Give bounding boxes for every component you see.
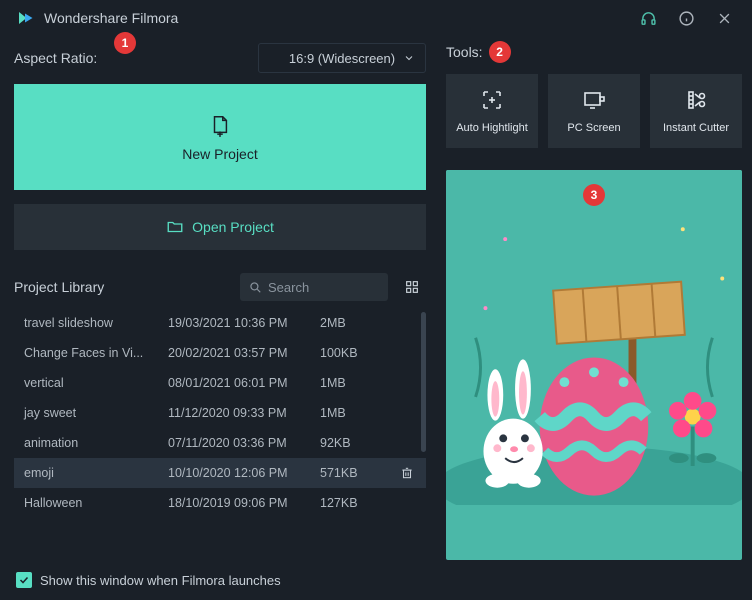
tools-label: Tools: <box>446 44 483 60</box>
aspect-ratio-select[interactable]: 16:9 (Widescreen) <box>258 43 426 73</box>
project-size: 1MB <box>320 406 420 420</box>
project-date: 10/10/2020 12:06 PM <box>168 466 320 480</box>
table-row[interactable]: vertical08/01/2021 06:01 PM1MB <box>14 368 426 398</box>
open-project-button[interactable]: Open Project <box>14 204 426 250</box>
delete-button[interactable] <box>394 466 420 480</box>
tools-header: Tools: 2 <box>446 42 742 62</box>
table-row[interactable]: emoji10/10/2020 12:06 PM571KB <box>14 458 426 488</box>
table-row[interactable]: Change Faces in Vi...20/02/2021 03:57 PM… <box>14 338 426 368</box>
annotation-marker-2: 2 <box>489 41 511 63</box>
library-list: travel slideshow19/03/2021 10:36 PM2MBCh… <box>14 308 426 530</box>
auto-highlight-icon <box>480 88 504 112</box>
project-name: jay sweet <box>20 406 168 420</box>
library-header: Project Library Search <box>14 272 426 302</box>
footer: Show this window when Filmora launches <box>0 560 752 600</box>
project-date: 18/10/2019 09:06 PM <box>168 496 320 510</box>
project-date: 19/03/2021 10:36 PM <box>168 316 320 330</box>
project-name: Halloween <box>20 496 168 510</box>
annotation-marker-3: 3 <box>583 184 605 206</box>
project-date: 11/12/2020 09:33 PM <box>168 406 320 420</box>
tool-label: Instant Cutter <box>663 122 729 134</box>
table-row[interactable]: jay sweet11/12/2020 09:33 PM1MB <box>14 398 426 428</box>
new-project-label: New Project <box>182 146 257 162</box>
search-icon <box>248 280 262 294</box>
grid-view-button[interactable] <box>398 273 426 301</box>
tool-pc-screen[interactable]: PC Screen <box>548 74 640 148</box>
new-project-button[interactable]: New Project <box>14 84 426 190</box>
tool-auto-highlight[interactable]: Auto Hightlight <box>446 74 538 148</box>
project-size: 92KB <box>320 436 420 450</box>
project-name: Change Faces in Vi... <box>20 346 168 360</box>
table-row[interactable]: travel slideshow19/03/2021 10:36 PM2MB <box>14 308 426 338</box>
tool-label: Auto Hightlight <box>456 122 528 134</box>
headphones-icon[interactable] <box>636 6 660 30</box>
open-project-label: Open Project <box>192 219 274 235</box>
app-title: Wondershare Filmora <box>44 10 178 26</box>
tool-label: PC Screen <box>567 122 620 134</box>
chevron-down-icon <box>403 52 415 64</box>
project-date: 08/01/2021 06:01 PM <box>168 376 320 390</box>
search-input[interactable]: Search <box>240 273 388 301</box>
preview-illustration <box>446 170 742 505</box>
show-on-launch-label: Show this window when Filmora launches <box>40 573 281 588</box>
info-icon[interactable] <box>674 6 698 30</box>
project-preview: 3 <box>446 170 742 560</box>
table-row[interactable]: Halloween18/10/2019 09:06 PM127KB <box>14 488 426 518</box>
close-icon[interactable] <box>712 6 736 30</box>
new-project-icon <box>209 112 231 138</box>
aspect-ratio-row: Aspect Ratio: 1 16:9 (Widescreen) <box>14 38 426 78</box>
aspect-ratio-label: Aspect Ratio: <box>14 50 97 66</box>
project-date: 07/11/2020 03:36 PM <box>168 436 320 450</box>
scroll-thumb[interactable] <box>421 312 426 452</box>
folder-icon <box>166 218 184 236</box>
project-name: emoji <box>20 466 168 480</box>
instant-cutter-icon <box>684 88 708 112</box>
search-placeholder: Search <box>268 280 309 295</box>
project-date: 20/02/2021 03:57 PM <box>168 346 320 360</box>
project-size: 127KB <box>320 496 420 510</box>
show-on-launch-checkbox[interactable] <box>16 572 32 588</box>
project-name: animation <box>20 436 168 450</box>
table-row[interactable]: animation07/11/2020 03:36 PM92KB <box>14 428 426 458</box>
annotation-marker-1: 1 <box>114 32 136 54</box>
tool-instant-cutter[interactable]: Instant Cutter <box>650 74 742 148</box>
aspect-ratio-value: 16:9 (Widescreen) <box>289 51 395 66</box>
project-size: 2MB <box>320 316 420 330</box>
project-size: 571KB <box>320 466 394 480</box>
titlebar: Wondershare Filmora <box>0 0 752 36</box>
tools-row: Auto Hightlight PC Screen Instant Cutter <box>446 74 742 148</box>
project-size: 100KB <box>320 346 420 360</box>
library-title: Project Library <box>14 279 104 295</box>
project-name: vertical <box>20 376 168 390</box>
scrollbar[interactable] <box>421 308 426 530</box>
project-name: travel slideshow <box>20 316 168 330</box>
app-logo-icon <box>16 9 34 27</box>
project-size: 1MB <box>320 376 420 390</box>
pc-screen-icon <box>582 88 606 112</box>
